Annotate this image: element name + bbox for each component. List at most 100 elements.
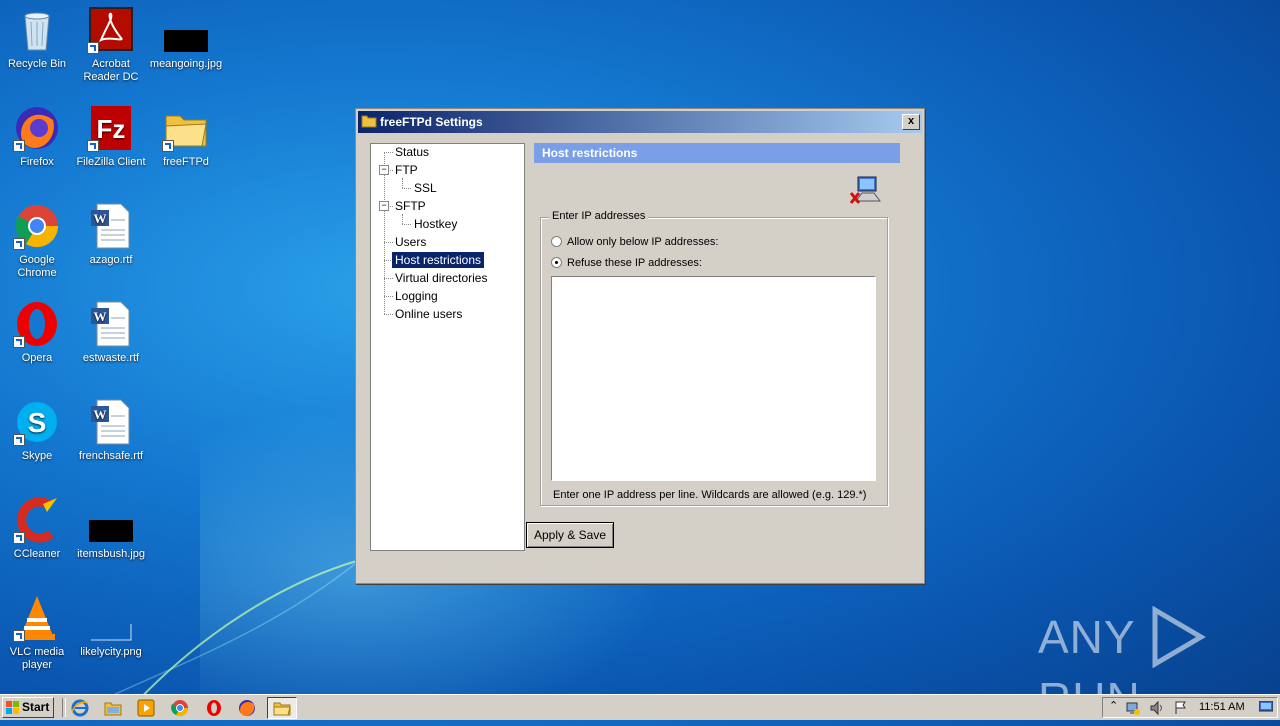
- freeftpd-taskbar-button[interactable]: [267, 697, 297, 719]
- desktop-icon-filezilla[interactable]: Fz FileZilla Client: [74, 104, 148, 169]
- desktop-icon-firefox[interactable]: Firefox: [0, 104, 74, 169]
- desktop-icon-label: FileZilla Client: [76, 156, 146, 168]
- desktop-icon-azago[interactable]: W azago.rtf: [74, 202, 148, 267]
- desktop-icon-itemsbush[interactable]: itemsbush.jpg: [74, 496, 148, 561]
- tree-item-sftp[interactable]: SFTP: [392, 198, 429, 214]
- desktop-icon-label: Acrobat Reader DC: [83, 58, 139, 83]
- tree-item-ssl[interactable]: SSL: [411, 180, 440, 196]
- desktop-icon-label: Google Chrome: [17, 254, 57, 279]
- desktop-icon-opera[interactable]: Opera: [0, 300, 74, 365]
- desktop-icon-skype[interactable]: S Skype: [0, 398, 74, 463]
- dialog-titlebar[interactable]: freeFTPd Settings x: [358, 111, 922, 133]
- svg-text:S: S: [28, 407, 47, 438]
- word-doc-icon: W: [87, 300, 135, 348]
- tree-item-ftp[interactable]: FTP: [392, 162, 421, 178]
- settings-tree: − − Status FTP SSL SFTP Hostkey Users Ho…: [370, 143, 525, 551]
- vlc-icon: [13, 594, 61, 642]
- image-file-icon: [87, 594, 135, 642]
- desktop-icon-recycle-bin[interactable]: Recycle Bin: [0, 6, 74, 71]
- desktop-icon-label: Recycle Bin: [7, 58, 67, 70]
- desktop-icon-label: CCleaner: [13, 548, 61, 560]
- taskbar-separator: [62, 698, 66, 717]
- computer-restricted-icon: [850, 176, 881, 204]
- tree-item-host-restrictions[interactable]: Host restrictions: [392, 252, 485, 268]
- system-tray: ⌃ 11:51 AM: [1102, 697, 1278, 718]
- desktop-icon-label: meangoing.jpg: [149, 58, 223, 70]
- collapse-icon[interactable]: −: [379, 165, 389, 175]
- word-doc-icon: W: [87, 202, 135, 250]
- desktop-icon-freeftpd[interactable]: freeFTPd: [149, 104, 223, 169]
- anyrun-watermark: ANY RUN: [1038, 605, 1280, 725]
- tree-line: [402, 178, 403, 188]
- desktop-icon-vlc[interactable]: VLC media player: [0, 594, 74, 672]
- action-center-flag-icon[interactable]: [1173, 700, 1189, 716]
- watermark-text-left: ANY: [1038, 611, 1136, 663]
- shortcut-arrow-icon: [13, 238, 25, 250]
- firefox-icon: [13, 104, 61, 152]
- svg-text:W: W: [94, 211, 107, 226]
- opera-icon: [13, 300, 61, 348]
- firefox-icon[interactable]: [237, 698, 257, 718]
- ip-hint-text: Enter one IP address per line. Wildcards…: [553, 489, 867, 501]
- desktop-icon-label: Skype: [21, 450, 53, 462]
- desktop-icon-label: azago.rtf: [89, 254, 133, 266]
- show-desktop-icon[interactable]: [1259, 701, 1273, 713]
- tree-line: [384, 152, 385, 314]
- recycle-bin-icon: [13, 6, 61, 54]
- word-doc-icon: W: [87, 398, 135, 446]
- image-file-icon: [162, 6, 210, 54]
- dialog-title: freeFTPd Settings: [380, 115, 483, 129]
- internet-explorer-icon[interactable]: [70, 698, 90, 718]
- desktop-icon-label: itemsbush.jpg: [77, 548, 145, 560]
- chrome-icon: [13, 202, 61, 250]
- tree-item-hostkey[interactable]: Hostkey: [411, 216, 460, 232]
- tree-item-logging[interactable]: Logging: [392, 288, 441, 304]
- desktop-icon-label: likelycity.png: [80, 646, 142, 658]
- desktop-icon-label: estwaste.rtf: [82, 352, 140, 364]
- freeftpd-icon: [273, 702, 291, 716]
- desktop-icon-frenchsafe[interactable]: W frenchsafe.rtf: [74, 398, 148, 463]
- svg-text:Fz: Fz: [97, 114, 126, 144]
- media-player-icon[interactable]: [136, 698, 156, 718]
- opera-icon[interactable]: [204, 698, 224, 718]
- network-icon[interactable]: [1125, 700, 1141, 716]
- chrome-icon[interactable]: [170, 698, 190, 718]
- refuse-radio[interactable]: [551, 257, 562, 268]
- tree-item-users[interactable]: Users: [392, 234, 429, 250]
- apply-save-button[interactable]: Apply & Save: [526, 522, 614, 548]
- desktop-icon-likelycity[interactable]: likelycity.png: [74, 594, 148, 659]
- image-file-icon: [87, 496, 135, 544]
- explorer-icon[interactable]: [103, 698, 123, 718]
- group-title: Enter IP addresses: [549, 210, 649, 222]
- tree-item-status[interactable]: Status: [392, 144, 432, 160]
- desktop-icon-estwaste[interactable]: W estwaste.rtf: [74, 300, 148, 365]
- folder-icon: [162, 104, 210, 152]
- desktop-icon-label: frenchsafe.rtf: [78, 450, 144, 462]
- volume-icon[interactable]: [1149, 700, 1165, 716]
- refuse-label[interactable]: Refuse these IP addresses:: [567, 256, 702, 270]
- panel-header: Host restrictions: [534, 143, 900, 163]
- tree-item-virtual-directories[interactable]: Virtual directories: [392, 270, 490, 286]
- svg-text:W: W: [94, 309, 107, 324]
- start-label: Start: [22, 700, 50, 714]
- clock[interactable]: 11:51 AM: [1199, 698, 1245, 717]
- collapse-icon[interactable]: −: [379, 201, 389, 211]
- desktop-icon-meangoing[interactable]: meangoing.jpg: [149, 6, 223, 71]
- shortcut-arrow-icon: [13, 630, 25, 642]
- allow-only-radio[interactable]: [551, 236, 562, 247]
- desktop-icon-ccleaner[interactable]: CCleaner: [0, 496, 74, 561]
- desktop-icon-chrome[interactable]: Google Chrome: [0, 202, 74, 280]
- close-button[interactable]: x: [902, 114, 920, 130]
- desktop-icon-label: Opera: [21, 352, 53, 364]
- desktop-icon-acrobat[interactable]: Acrobat Reader DC: [74, 6, 148, 84]
- start-button[interactable]: Start: [2, 697, 54, 718]
- play-logo-icon: [1152, 605, 1207, 669]
- filezilla-icon: Fz: [87, 104, 135, 152]
- shortcut-arrow-icon: [13, 140, 25, 152]
- show-hidden-icons-icon[interactable]: ⌃: [1109, 699, 1118, 712]
- tree-item-online-users[interactable]: Online users: [392, 306, 465, 322]
- settings-dialog: freeFTPd Settings x − − Status FTP SSL S…: [355, 108, 925, 584]
- ip-address-list[interactable]: [551, 276, 876, 481]
- allow-only-label[interactable]: Allow only below IP addresses:: [567, 235, 718, 249]
- shortcut-arrow-icon: [13, 336, 25, 348]
